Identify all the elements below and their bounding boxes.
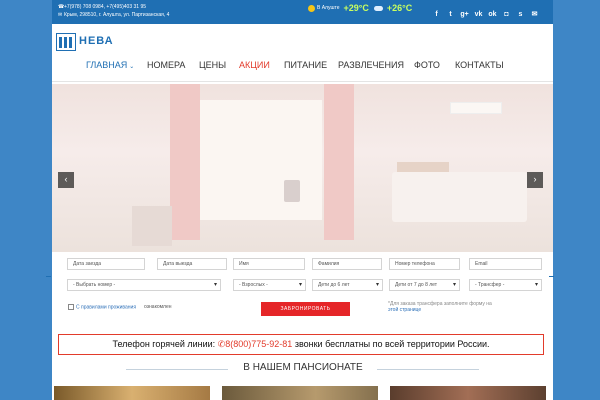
hotline-suffix: звонки бесплатны по всей территории Росс…: [294, 339, 490, 349]
hero-table: [132, 206, 172, 246]
first-name-field[interactable]: Имя: [233, 258, 305, 270]
adults-select[interactable]: - Взрослых -: [233, 279, 306, 291]
children-7-8-select[interactable]: Дети от 7 до 8 лет: [389, 279, 460, 291]
water-temperature: +26°C: [386, 3, 413, 13]
contact-info: ☎+7(978) 708 0984, +7(495)403 31 95 ✉ Кры…: [58, 3, 169, 20]
hero-curtain: [324, 84, 354, 240]
hero-slider: ‹ ›: [52, 84, 553, 252]
page: ☎+7(978) 708 0984, +7(495)403 31 95 ✉ Кры…: [52, 0, 553, 400]
agree-rules[interactable]: С правилами проживания ознакомлен: [68, 304, 172, 311]
hotline-phone[interactable]: 8(800)775-92-81: [225, 339, 292, 349]
hero-air-conditioner: [450, 102, 502, 114]
nav-item-promotions[interactable]: Акции: [239, 60, 270, 70]
social-links: ftg+vkok◘s✉≈: [432, 3, 553, 36]
feature-card-image[interactable]: [222, 386, 378, 400]
facebook-icon[interactable]: f: [432, 11, 441, 18]
mail-icon[interactable]: ✉: [530, 10, 539, 18]
twitter-icon[interactable]: t: [446, 11, 455, 18]
hotline-banner: Телефон горячей линии: ✆8(800)775-92-81 …: [58, 334, 544, 355]
agree-checkbox[interactable]: [68, 304, 74, 310]
nav-item-prices[interactable]: Цены: [199, 60, 226, 70]
logo-emblem-icon: [56, 33, 76, 51]
nav-item-photo[interactable]: Фото: [414, 60, 440, 70]
transfer-page-link[interactable]: этой странице: [388, 307, 421, 313]
skype-icon[interactable]: s: [516, 11, 525, 18]
feature-card-image[interactable]: [390, 386, 546, 400]
chevron-left-icon: ‹: [64, 174, 68, 184]
top-bar: ☎+7(978) 708 0984, +7(495)403 31 95 ✉ Кры…: [52, 0, 553, 36]
air-temperature: +29°C: [343, 3, 369, 13]
chevron-right-icon: ›: [533, 174, 537, 184]
email-field[interactable]: Email: [469, 258, 542, 270]
nav-item-entertainment[interactable]: Развлечения: [338, 60, 404, 70]
room-select[interactable]: - Выбрать номер -: [67, 279, 221, 291]
logo[interactable]: НЕВА: [56, 33, 113, 51]
hotline-label: Телефон горячей линии:: [112, 339, 216, 349]
vk-icon[interactable]: vk: [474, 11, 483, 18]
nav-item-home[interactable]: Главная ⌄: [86, 60, 134, 70]
address: Крым, 298510, г. Алушта, ул. Партизанска…: [64, 12, 170, 19]
book-button[interactable]: ЗАБРОНИРОВАТЬ: [261, 302, 350, 316]
hero-suitcase: [284, 180, 300, 202]
slider-next-button[interactable]: ›: [527, 172, 543, 188]
logo-text: НЕВА: [79, 35, 114, 47]
hero-bed: [392, 172, 527, 222]
slider-prev-button[interactable]: ‹: [58, 172, 74, 188]
side-marker: [549, 276, 554, 277]
checkin-date-field[interactable]: Дата заезда: [67, 258, 145, 270]
chevron-down-icon: ⌄: [129, 64, 135, 70]
transfer-hint: *Для заказа трансфера заполните форму на…: [388, 301, 538, 313]
phone-field[interactable]: Номер телефона: [389, 258, 460, 270]
children-under-6-select[interactable]: Дети до 6 лет: [312, 279, 383, 291]
last-name-field[interactable]: Фамилия: [312, 258, 382, 270]
side-marker: [46, 276, 51, 277]
site-header: НЕВА Главная ⌄ Номера Цены Акции Питание …: [52, 24, 553, 82]
nav-item-meals[interactable]: Питание: [284, 60, 327, 70]
water-icon: [373, 5, 383, 11]
section-title: В НАШЕМ ПАНСИОНАТЕ: [243, 362, 363, 373]
transfer-select[interactable]: - Трансфер -: [469, 279, 542, 291]
checkout-date-field[interactable]: Дата выезда: [157, 258, 227, 270]
nav-item-contacts[interactable]: Контакты: [455, 60, 504, 70]
hero-curtain: [170, 84, 200, 240]
instagram-icon[interactable]: ◘: [502, 11, 511, 18]
agree-rules-link[interactable]: С правилами проживания: [76, 304, 136, 310]
weather-widget: В Алуште +29°C +26°C: [308, 4, 417, 16]
feature-card-image[interactable]: [54, 386, 210, 400]
section-divider: [377, 369, 479, 370]
odnoklassniki-icon[interactable]: ok: [488, 11, 497, 18]
booking-form: Дата заезда Дата выезда Имя Фамилия Номе…: [52, 252, 553, 322]
hero-window: [192, 100, 322, 220]
google-plus-icon[interactable]: g+: [460, 11, 469, 18]
sun-icon: [308, 4, 315, 12]
agree-suffix: ознакомлен: [144, 304, 172, 311]
weather-label: В Алуште: [317, 5, 340, 11]
phone-numbers: +7(978) 708 0984, +7(495)403 31 95: [64, 4, 147, 10]
nav-item-rooms[interactable]: Номера: [147, 60, 185, 70]
section-divider: [126, 369, 228, 370]
